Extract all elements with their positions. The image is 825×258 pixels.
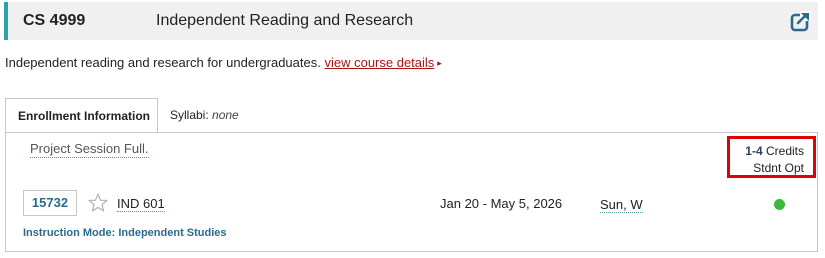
course-title: Independent Reading and Research [156,12,414,29]
course-number: CS 4999 [23,12,86,29]
instruction-mode-label: Instruction Mode: [23,227,116,239]
credits-value: 1-4 [745,144,763,158]
open-status-dot [774,199,785,210]
star-outline-icon[interactable] [87,192,109,214]
description-text: Independent reading and research for und… [5,55,321,70]
credits-highlight-box: 1-4 Credits Stdnt Opt [727,136,816,178]
instruction-mode: Instruction Mode: Independent Studies [23,227,227,239]
syllabi-value: none [212,108,239,122]
syllabi-label: Syllabi: [170,108,209,122]
class-dates: Jan 20 - May 5, 2026 [440,196,563,211]
tab-syllabi[interactable]: Syllabi: none [170,108,239,122]
course-header: CS 4999 Independent Reading and Research [4,2,818,40]
class-number-button[interactable]: 15732 [23,190,77,216]
credits-line: 1-4 Credits [730,143,804,160]
credits-label: Credits [765,144,804,158]
tab-enrollment-information[interactable]: Enrollment Information [5,98,158,132]
session-status-note: Project Session Full. [30,141,149,158]
class-location[interactable]: IND 601 [117,196,165,212]
course-description: Independent reading and research for und… [5,55,442,70]
grading-option: Stdnt Opt [753,161,804,175]
caret-right-icon: ▸ [437,58,442,68]
instruction-mode-value: Independent Studies [118,227,227,239]
export-icon[interactable] [790,10,812,32]
class-days[interactable]: Sun, W [600,197,643,213]
view-course-details-link[interactable]: view course details [324,55,434,70]
